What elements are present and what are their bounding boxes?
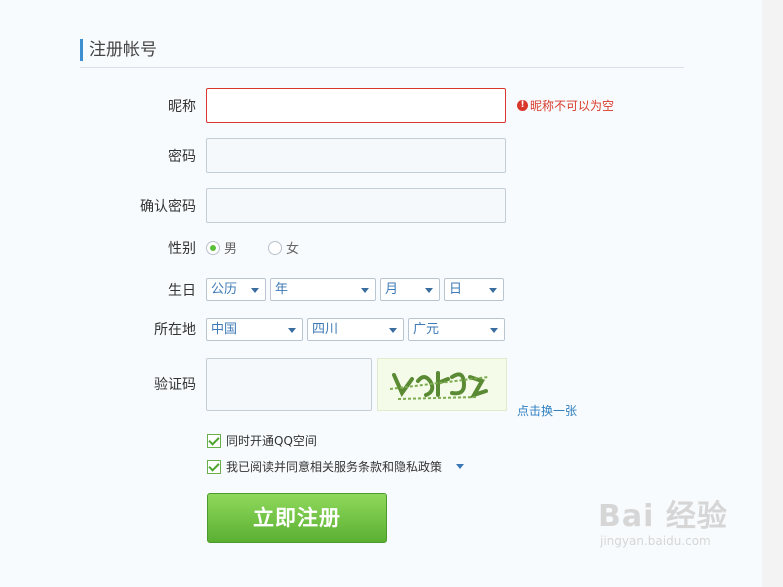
page-title: 注册帐号 bbox=[89, 40, 157, 60]
city-select[interactable]: 广元 bbox=[408, 318, 505, 341]
dropdown-arrow-icon bbox=[288, 328, 296, 333]
checkbox-checked-icon[interactable] bbox=[207, 433, 221, 448]
expand-terms-arrow-icon[interactable] bbox=[456, 464, 465, 469]
nickname-error-text: 昵称不可以为空 bbox=[530, 99, 615, 113]
city-value: 广元 bbox=[413, 322, 440, 337]
qzone-option-label: 同时开通QQ空间 bbox=[226, 434, 317, 448]
calendar-value: 公历 bbox=[211, 282, 238, 297]
gender-male-label: 男 bbox=[224, 242, 238, 257]
province-select[interactable]: 四川 bbox=[307, 318, 404, 341]
location-label: 所在地 bbox=[154, 322, 196, 338]
password-input[interactable] bbox=[206, 138, 506, 173]
dropdown-arrow-icon bbox=[425, 288, 433, 293]
birth-year-select[interactable]: 年 bbox=[270, 278, 376, 301]
nickname-label: 昵称 bbox=[168, 99, 196, 115]
gender-male-radio[interactable]: 男 bbox=[206, 238, 237, 257]
watermark-url: jingyan.baidu.com bbox=[600, 534, 711, 548]
watermark-logo-text: Bai 经验 bbox=[598, 499, 728, 534]
nickname-error: ! 昵称不可以为空 bbox=[517, 97, 614, 114]
gender-female-label: 女 bbox=[286, 242, 300, 257]
calendar-select[interactable]: 公历 bbox=[206, 278, 266, 301]
dropdown-arrow-icon bbox=[361, 288, 369, 293]
checkbox-checked-icon[interactable] bbox=[207, 459, 221, 474]
country-value: 中国 bbox=[211, 322, 238, 337]
confirm-password-input[interactable] bbox=[206, 188, 506, 223]
captcha-image[interactable] bbox=[377, 358, 507, 411]
gender-female-radio[interactable]: 女 bbox=[268, 238, 299, 257]
page-edge bbox=[762, 0, 783, 587]
birthday-label: 生日 bbox=[168, 283, 196, 299]
radio-selected-icon bbox=[206, 240, 220, 255]
birth-month-select[interactable]: 月 bbox=[380, 278, 440, 301]
birth-month-value: 月 bbox=[385, 282, 399, 297]
agree-terms-label: 我已阅读并同意相关服务条款和隐私政策 bbox=[226, 460, 443, 474]
agree-terms-option[interactable]: 我已阅读并同意相关服务条款和隐私政策 bbox=[207, 458, 465, 475]
dropdown-arrow-icon bbox=[489, 288, 497, 293]
error-icon: ! bbox=[517, 100, 528, 111]
captcha-input[interactable] bbox=[206, 358, 372, 411]
gender-label: 性别 bbox=[168, 241, 196, 257]
form-header: 注册帐号 bbox=[80, 37, 684, 68]
password-label: 密码 bbox=[168, 149, 196, 165]
register-button[interactable]: 立即注册 bbox=[207, 493, 387, 543]
province-value: 四川 bbox=[312, 322, 339, 337]
title-accent-bar bbox=[80, 39, 83, 61]
birth-day-value: 日 bbox=[449, 282, 463, 297]
dropdown-arrow-icon bbox=[490, 328, 498, 333]
nickname-input[interactable] bbox=[206, 88, 506, 123]
captcha-label: 验证码 bbox=[154, 377, 196, 393]
dropdown-arrow-icon bbox=[389, 328, 397, 333]
captcha-scribble-icon bbox=[389, 371, 489, 400]
birth-year-value: 年 bbox=[275, 282, 289, 297]
captcha-refresh-link[interactable]: 点击换一张 bbox=[517, 402, 577, 419]
country-select[interactable]: 中国 bbox=[206, 318, 303, 341]
confirm-password-label: 确认密码 bbox=[140, 199, 196, 215]
baidu-jingyan-watermark: Bai 经验 jingyan.baidu.com bbox=[598, 500, 748, 580]
qzone-option[interactable]: 同时开通QQ空间 bbox=[207, 432, 317, 449]
birth-day-select[interactable]: 日 bbox=[444, 278, 504, 301]
dropdown-arrow-icon bbox=[251, 288, 259, 293]
radio-unselected-icon bbox=[268, 240, 282, 255]
